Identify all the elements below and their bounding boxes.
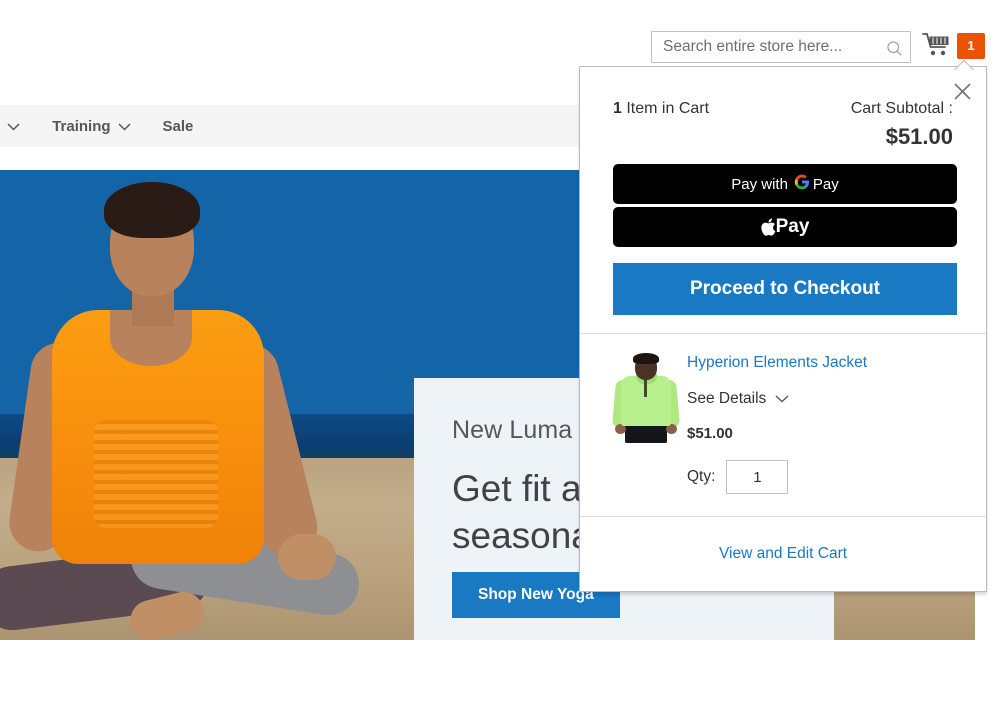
see-details-label: See Details [687, 390, 767, 407]
view-edit-cart-row: View and Edit Cart [580, 516, 986, 592]
product-details: Hyperion Elements Jacket See Details $51… [687, 354, 867, 494]
minicart-item-count-number: 1 [613, 100, 622, 117]
google-pay-button[interactable]: Pay with Pay [613, 164, 957, 204]
lower-content-strip [0, 640, 1000, 703]
product-name-link[interactable]: Hyperion Elements Jacket [687, 354, 867, 372]
quantity-label: Qty: [687, 468, 716, 485]
view-and-edit-cart-link[interactable]: View and Edit Cart [719, 545, 847, 563]
shopping-cart-icon[interactable] [922, 32, 952, 60]
chevron-down-icon [118, 118, 131, 135]
product-price: $51.00 [687, 425, 733, 442]
search-box[interactable] [651, 31, 911, 63]
minicart-summary: 1 Item in Cart Cart Subtotal : $51.00 [613, 100, 953, 164]
minicart-item-count: 1 Item in Cart [613, 100, 709, 118]
apple-pay-button[interactable]: Pay [613, 207, 957, 247]
proceed-to-checkout-button[interactable]: Proceed to Checkout [613, 263, 957, 315]
chevron-down-icon [775, 390, 789, 408]
quantity-row: Qty: [687, 460, 867, 494]
page-root: 1 ar Training Sale [0, 0, 1000, 703]
chevron-down-icon [7, 118, 20, 135]
minicart-pointer-arrow [953, 60, 975, 70]
minicart-item-count-text: Item in Cart [621, 100, 710, 117]
nav-item-gear[interactable]: ar [0, 105, 36, 147]
minicart-product-row: Hyperion Elements Jacket See Details $51… [580, 333, 986, 516]
apple-pay-label: Pay [775, 216, 810, 237]
cart-item-count-badge[interactable]: 1 [957, 33, 985, 59]
nav-item-label: Sale [162, 117, 194, 135]
minicart-dropdown: 1 Item in Cart Cart Subtotal : $51.00 Pa… [579, 66, 987, 592]
cart-subtotal-label: Cart Subtotal : [850, 100, 953, 117]
quantity-input[interactable] [726, 460, 789, 494]
see-details-toggle[interactable]: See Details [687, 390, 867, 408]
google-g-icon [794, 174, 810, 195]
search-icon[interactable] [882, 36, 906, 60]
hero-subtitle: New Luma Y [452, 416, 596, 444]
nav-item-training[interactable]: Training [36, 105, 146, 147]
nav-item-sale[interactable]: Sale [147, 105, 210, 147]
nav-item-label: Training [52, 117, 111, 135]
product-thumbnail[interactable] [611, 352, 682, 443]
yoga-model-image [0, 182, 380, 640]
search-input[interactable] [652, 32, 877, 62]
cart-subtotal-value: $51.00 [885, 124, 953, 149]
gpay-prefix-label: Pay with [731, 175, 788, 193]
gpay-suffix-label: Pay [812, 175, 839, 193]
apple-logo-icon [760, 218, 776, 236]
